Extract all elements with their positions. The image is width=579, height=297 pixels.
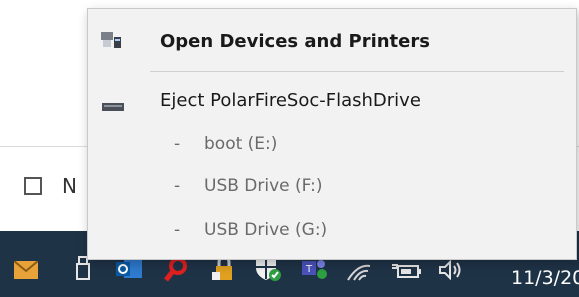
defender-shield-icon[interactable] (254, 256, 282, 286)
background-checkbox-label: N (62, 174, 77, 198)
sub-item-usb-drive-f: - USB Drive (F:) (88, 171, 576, 203)
sub-item-label: USB Drive (F:) (204, 176, 323, 196)
open-devices-label: Open Devices and Printers (160, 31, 430, 52)
menu-item-open-devices-and-printers[interactable]: Open Devices and Printers (88, 9, 576, 71)
svg-text:T: T (305, 264, 313, 275)
volume-icon[interactable] (438, 259, 464, 284)
menu-separator (150, 71, 564, 72)
wifi-icon[interactable] (346, 262, 372, 286)
safely-remove-hardware-menu: Open Devices and Printers Eject PolarFir… (87, 8, 577, 260)
security-icon[interactable] (210, 255, 236, 286)
sub-item-label: USB Drive (G:) (204, 220, 328, 240)
sub-item-prefix: - (174, 134, 181, 154)
sub-item-label: boot (E:) (204, 134, 278, 154)
background-checkbox[interactable] (24, 177, 42, 195)
sub-item-prefix: - (174, 220, 181, 240)
usb-drive-icon[interactable] (74, 256, 92, 284)
taskbar-clock[interactable]: 11/3/20 (511, 267, 579, 289)
menu-item-eject-drive[interactable]: Eject PolarFireSoc-FlashDrive (88, 83, 576, 119)
sub-item-prefix: - (174, 176, 181, 196)
teams-icon[interactable]: T (302, 258, 328, 284)
battery-icon[interactable] (392, 261, 422, 285)
drive-icon (102, 97, 124, 116)
sub-item-usb-drive-g: - USB Drive (G:) (88, 215, 576, 247)
devices-printers-icon (100, 31, 122, 53)
search-red-icon[interactable] (164, 256, 188, 286)
outlook-icon[interactable] (116, 258, 142, 284)
mail-icon[interactable] (13, 260, 39, 283)
eject-drive-label: Eject PolarFireSoc-FlashDrive (160, 90, 421, 111)
sub-item-boot: - boot (E:) (88, 129, 576, 161)
